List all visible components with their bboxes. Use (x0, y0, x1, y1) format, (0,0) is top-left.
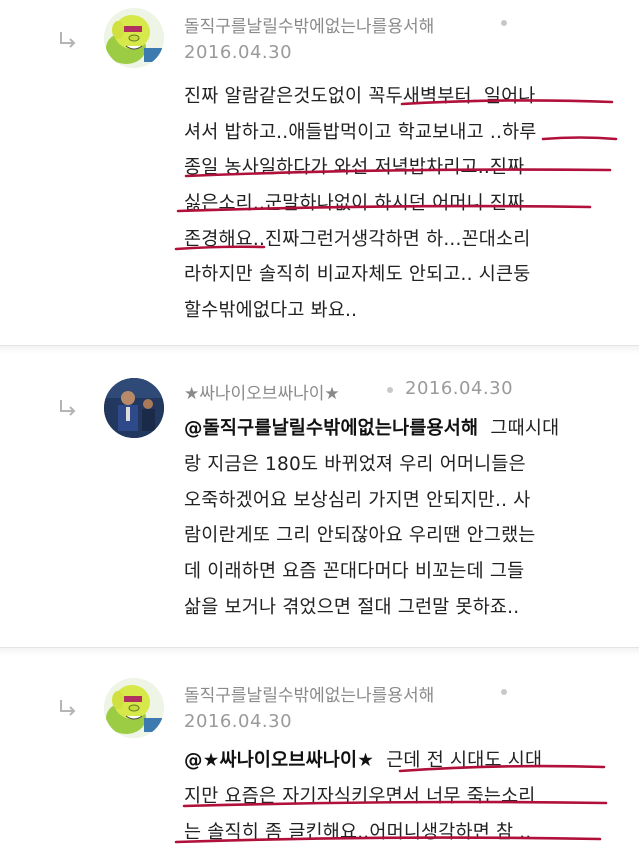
separator-dot (501, 20, 507, 26)
comment-line: 삶을 보거나 겪었으면 절대 그런말 못하죠.. (184, 597, 520, 618)
comment-line: @돌직구를날릴수밖에없는나를용서해 그때시대 (184, 414, 559, 440)
ogre-avatar-icon (104, 8, 164, 68)
comment-line: 람이란게또 그리 안되잖아요 우리땐 안그랬는 (184, 525, 536, 546)
person-photo-avatar-icon (104, 378, 164, 438)
ogre-avatar-icon (104, 678, 164, 738)
comment-line: 종일 농사일하다가 와선 저녁밥차리고..진짜 (184, 157, 525, 178)
comment-line: @★싸나이오브싸나이★ 근데 전 시대도 시대 (184, 746, 542, 772)
comment-line: 싫은소리..군말하나없이 하시던 어머니 진짜 (184, 193, 525, 214)
comment-line: 지만 요즘은 자기자식키우면서 너무 죽는소리 (184, 786, 536, 807)
comment-line: 할수밖에없다고 봐요.. (184, 300, 358, 321)
separator-dot (387, 387, 393, 393)
comment-line: 진짜 알람같은것도없이 꼭두새벽부터..일어나 (184, 86, 536, 107)
avatar[interactable] (104, 378, 164, 438)
comment-line: 랑 지금은 180도 바뀌었져 우리 어머니들은 (184, 454, 526, 475)
mention-link[interactable]: @★싸나이오브싸나이★ (184, 750, 374, 771)
reply-arrow-icon (60, 700, 76, 716)
reply-arrow-icon (60, 32, 76, 48)
avatar[interactable] (104, 678, 164, 738)
reply-arrow-icon (60, 400, 76, 416)
comment-author[interactable]: 돌직구를날릴수밖에없는나를용서해 (184, 12, 434, 37)
comment-line: 라하지만 솔직히 비교자체도 안되고.. 시큰둥 (184, 264, 531, 285)
comment-divider-shadow (0, 648, 639, 656)
mention-link[interactable]: @돌직구를날릴수밖에없는나를용서해 (184, 418, 478, 439)
comment-line: 오죽하겠어요 보상심리 가지면 안되지만.. 사 (184, 490, 531, 511)
comment-date: 2016.04.30 (184, 42, 293, 63)
comment-date: 2016.04.30 (405, 378, 514, 399)
comment-date: 2016.04.30 (184, 711, 293, 732)
avatar[interactable] (104, 8, 164, 68)
comment-line: 셔서 밥하고..애들밥먹이고 학교보내고 ..하루 (184, 122, 537, 143)
comment-line: 데 이래하면 요즘 꼰대다머다 비꼬는데 그들 (184, 561, 525, 582)
comment-line: 는 솔직히 좀 글킨해요..어머니생각하면 참 .. (184, 822, 532, 843)
comment-divider-shadow (0, 346, 639, 354)
comment-line: 존경해요..진짜그런거생각하면 하...꼰대소리 (184, 229, 531, 250)
separator-dot (501, 689, 507, 695)
comment-line-text: 근데 전 시대도 시대 (386, 750, 543, 771)
comment-author[interactable]: ★싸나이오브싸나이★ (184, 379, 340, 404)
underline-mark (541, 136, 618, 141)
comment-author[interactable]: 돌직구를날릴수밖에없는나를용서해 (184, 681, 434, 706)
comment-line-text: 그때시대 (490, 418, 560, 439)
